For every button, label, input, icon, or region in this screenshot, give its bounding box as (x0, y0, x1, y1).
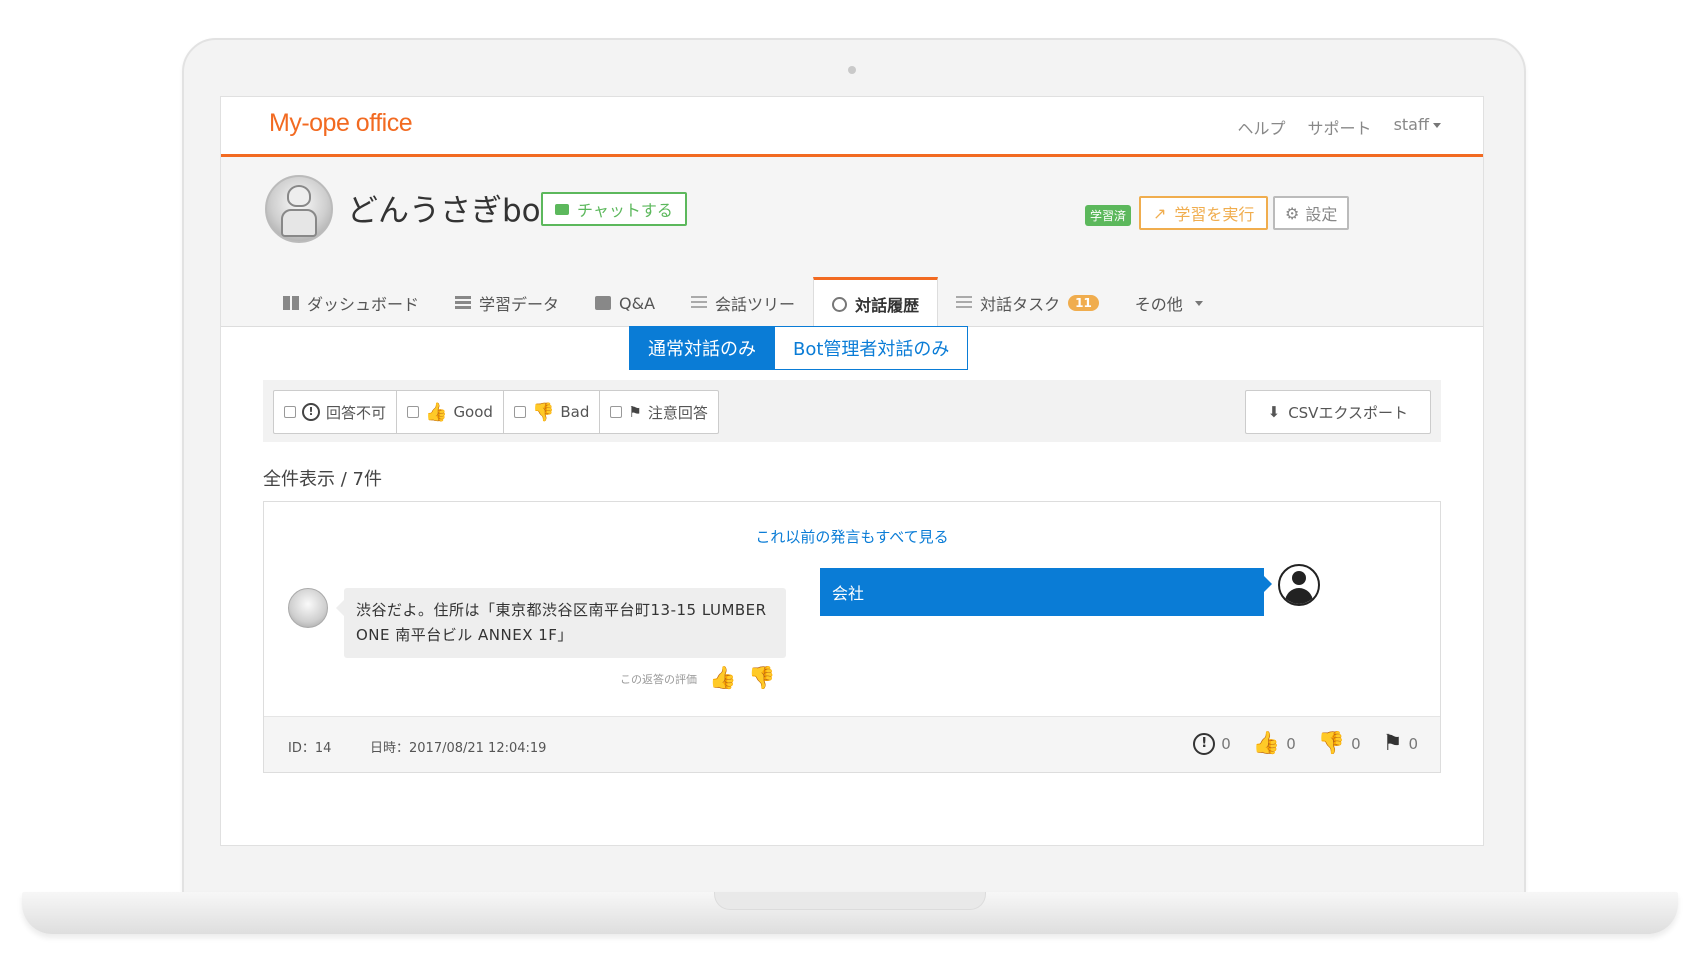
bot-avatar (265, 175, 333, 243)
stat-count: 0 (1408, 734, 1418, 753)
filter-bar: ! 回答不可 👍 Good 👎 Bad ⚑ 注意回答 ⬇ CSVエクスポート (263, 380, 1441, 442)
filter-bad[interactable]: 👎 Bad (504, 391, 601, 433)
gear-icon: ⚙ (1285, 203, 1300, 223)
settings-button[interactable]: ⚙ 設定 (1273, 196, 1350, 230)
settings-label: 設定 (1305, 205, 1338, 224)
run-learning-label: 学習を実行 (1174, 205, 1255, 224)
brand-logo[interactable]: My-ope office (269, 109, 413, 138)
stat-count: 0 (1286, 734, 1296, 753)
filter-attention[interactable]: ⚑ 注意回答 (600, 391, 717, 433)
tab-label: 会話ツリー (715, 295, 796, 314)
user-message: 会社 (820, 568, 1272, 616)
stat-good: 👍 0 (1253, 731, 1296, 756)
thumbs-up-icon: 👍 (425, 401, 448, 423)
stat-flag: ⚑ 0 (1383, 731, 1418, 756)
camera-dot (848, 66, 856, 74)
tree-icon (691, 296, 708, 310)
csv-export-button[interactable]: ⬇ CSVエクスポート (1244, 390, 1431, 434)
result-count: 全件表示 / 7件 (263, 469, 382, 490)
tab-label: 対話タスク (980, 295, 1061, 314)
tab-conversation-tasks[interactable]: 対話タスク 11 (938, 278, 1117, 328)
user-avatar (1278, 564, 1320, 606)
learned-badge: 学習済 (1085, 205, 1132, 226)
user-name: staff (1393, 115, 1429, 134)
chat-button-label: チャットする (577, 201, 673, 220)
thumbs-down-icon: 👎 (1317, 731, 1346, 756)
bot-avatar-small (288, 588, 328, 628)
exclamation-icon: ! (302, 403, 320, 421)
exclamation-icon: ! (1193, 732, 1216, 755)
filter-group: ! 回答不可 👍 Good 👎 Bad ⚑ 注意回答 (273, 390, 719, 434)
chat-icon (555, 203, 569, 215)
tab-qa[interactable]: Q&A (577, 278, 673, 328)
task-icon (956, 296, 973, 310)
filter-label: 注意回答 (647, 403, 708, 422)
stat-count: 0 (1221, 734, 1231, 753)
bot-header: どんうさぎbot チャットする 学習済 ↗ 学習を実行 ⚙ 設定 ダッシュボード… (221, 157, 1483, 329)
task-count-badge: 11 (1068, 295, 1099, 311)
flag-icon: ⚑ (1382, 731, 1403, 756)
see-all-link[interactable]: これ以前の発言もすべて見る (264, 526, 1440, 547)
run-learning-button[interactable]: ↗ 学習を実行 (1139, 196, 1269, 230)
tab-conversation-tree[interactable]: 会話ツリー (673, 278, 813, 328)
history-icon (832, 296, 848, 312)
bot-message: 渋谷だよ。住所は「東京都渋谷区南平台町13-15 LUMBER ONE 南平台ビ… (336, 588, 786, 658)
tab-label: 学習データ (479, 295, 560, 314)
tab-other[interactable]: その他 (1117, 278, 1221, 328)
conversation-panel: これ以前の発言もすべて見る 渋谷だよ。住所は「東京都渋谷区南平台町13-15 L… (263, 501, 1441, 773)
chat-button[interactable]: チャットする (541, 192, 687, 226)
tab-conversation-history[interactable]: 対話履歴 (813, 277, 939, 329)
list-icon (455, 296, 472, 310)
flag-icon: ⚑ (628, 403, 642, 421)
tab-label: ダッシュボード (307, 295, 420, 314)
caret-down-icon (1194, 300, 1203, 306)
tab-label: その他 (1134, 295, 1183, 314)
download-icon: ⬇ (1267, 403, 1281, 421)
conversation-date: 日時：2017/08/21 12:04:19 (370, 741, 547, 756)
checkbox[interactable] (513, 406, 526, 418)
app-screen: My-ope office ヘルプ サポート staff どんうさぎbot チャ… (220, 96, 1484, 846)
trend-icon: ↗ (1153, 203, 1167, 223)
bot-name: どんうさぎbot (347, 193, 553, 229)
stat-count: 0 (1351, 734, 1361, 753)
thumbs-up-icon: 👍 (1252, 731, 1281, 756)
admin-dialog-toggle[interactable]: Bot管理者対話のみ (775, 326, 969, 370)
filter-label: 回答不可 (326, 403, 387, 422)
caret-down-icon (1433, 123, 1441, 128)
conversation-stats: ! 0 👍 0 👎 0 ⚑ 0 (1193, 731, 1418, 756)
top-navbar: My-ope office ヘルプ サポート staff (221, 97, 1483, 157)
laptop-notch (714, 892, 986, 910)
dashboard-icon (283, 296, 299, 310)
stat-bad: 👎 0 (1318, 731, 1361, 756)
thumbs-down-icon[interactable]: 👎 (748, 666, 775, 691)
stat-unanswerable: ! 0 (1193, 732, 1231, 755)
checkbox[interactable] (610, 406, 623, 418)
filter-label: Bad (560, 403, 590, 421)
tab-learning-data[interactable]: 学習データ (437, 278, 577, 328)
tab-dashboard[interactable]: ダッシュボード (265, 278, 437, 328)
tab-label: 対話履歴 (855, 296, 920, 315)
checkbox[interactable] (407, 406, 420, 418)
conversation-footer: ID：14 日時：2017/08/21 12:04:19 ! 0 👍 0 👎 0… (264, 716, 1440, 772)
rating-label: この返答の評価 (620, 672, 697, 686)
top-links: ヘルプ サポート staff (1238, 115, 1441, 139)
thumbs-up-icon[interactable]: 👍 (709, 666, 736, 691)
dialog-type-toggle: 通常対話のみ Bot管理者対話のみ (629, 326, 969, 370)
thumbs-down-icon: 👎 (531, 401, 555, 423)
checkbox[interactable] (284, 406, 296, 418)
qa-icon (595, 296, 612, 310)
filter-good[interactable]: 👍 Good (397, 391, 504, 433)
normal-dialog-toggle[interactable]: 通常対話のみ (629, 326, 775, 370)
filter-unanswerable[interactable]: ! 回答不可 (274, 391, 398, 433)
filter-label: Good (453, 403, 493, 421)
help-link[interactable]: ヘルプ (1238, 115, 1286, 139)
user-menu[interactable]: staff (1394, 115, 1441, 139)
csv-export-label: CSVエクスポート (1288, 403, 1408, 422)
support-link[interactable]: サポート (1308, 115, 1372, 139)
rating-row: この返答の評価 👍 👎 (620, 666, 776, 691)
main-tabs: ダッシュボード 学習データ Q&A 会話ツリー 対話履歴 対話タスク 11 その… (265, 267, 1221, 329)
conversation-id: ID：14 (288, 741, 332, 756)
tab-label: Q&A (619, 293, 656, 313)
